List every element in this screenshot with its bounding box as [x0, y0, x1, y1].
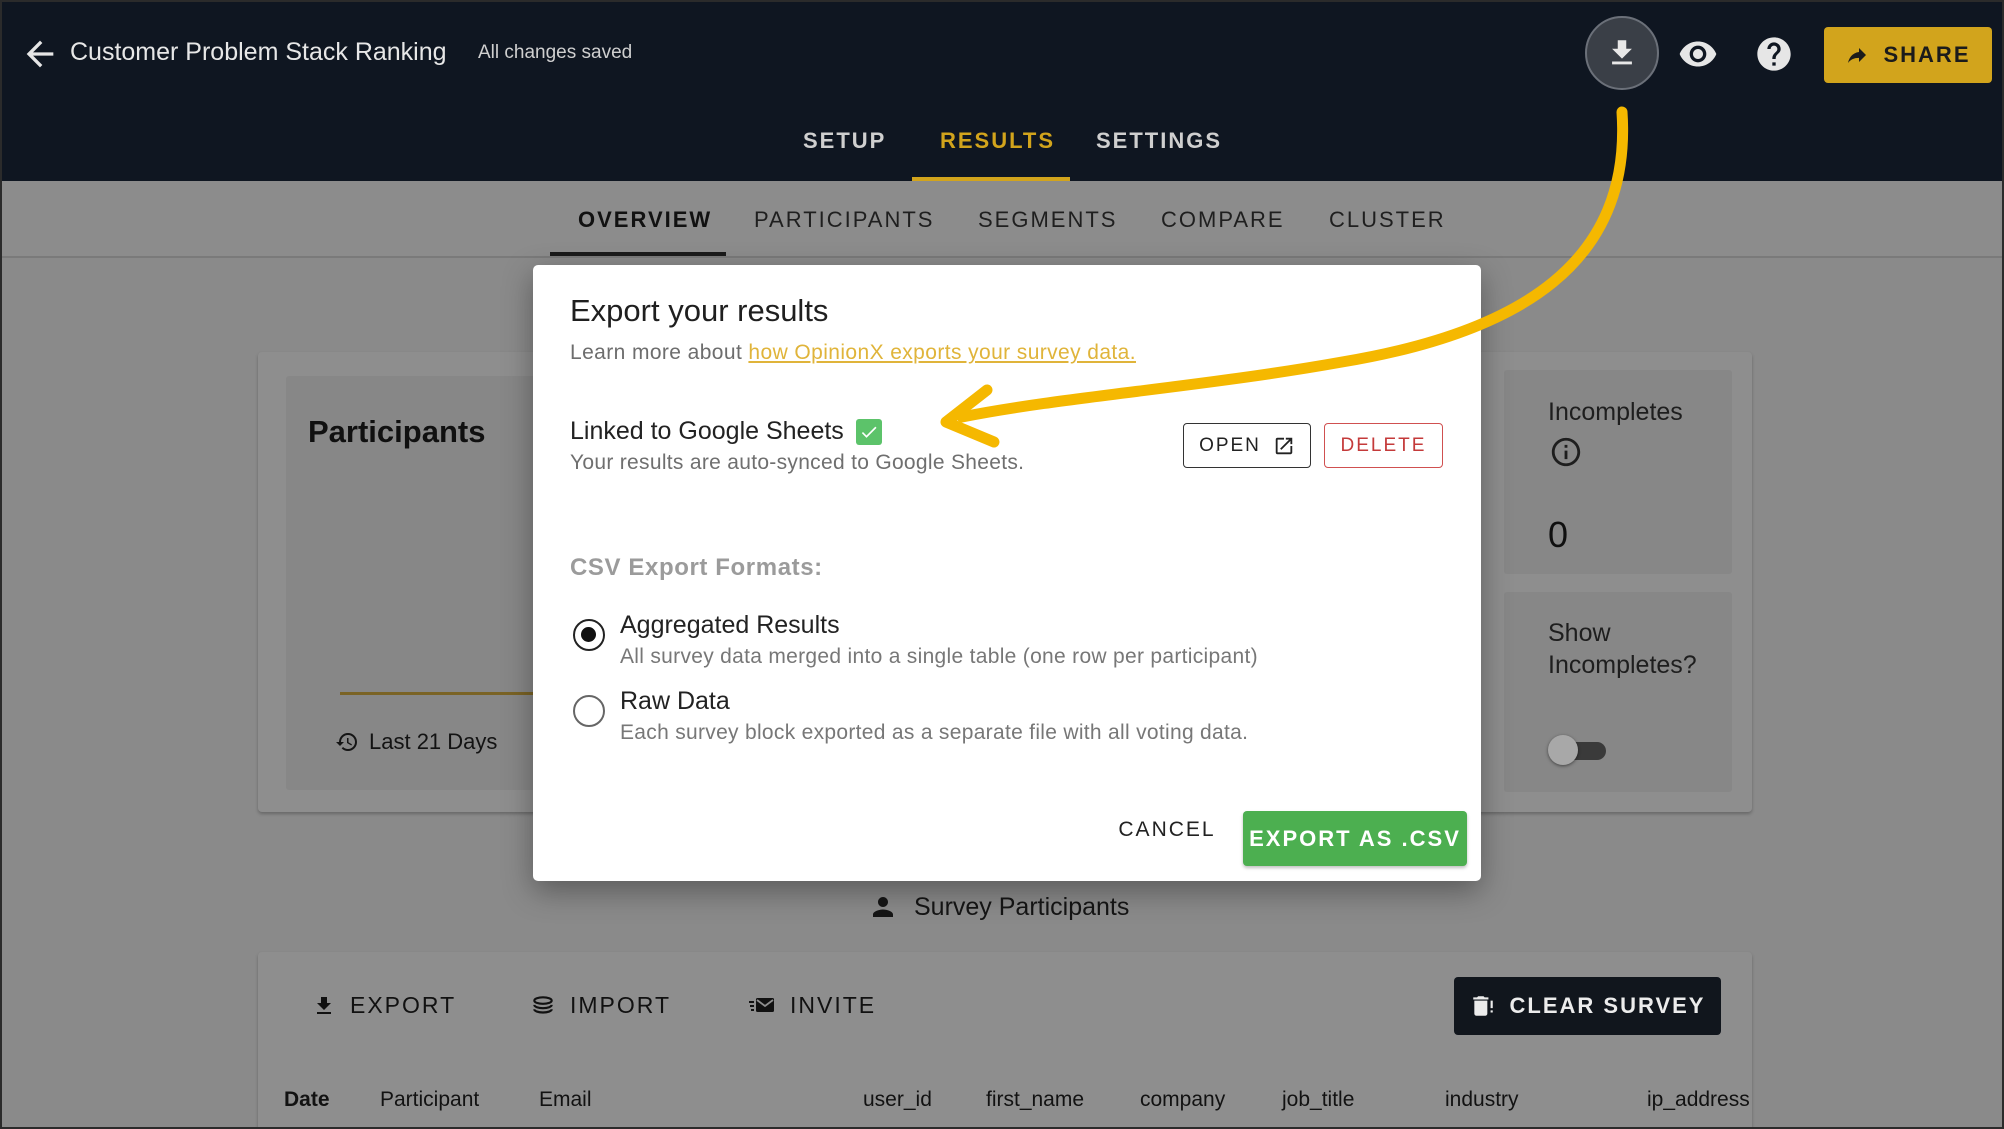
subtab-overview[interactable]: OVERVIEW: [578, 207, 712, 233]
person-icon: [873, 897, 893, 917]
show-incompletes-toggle[interactable]: [1548, 735, 1610, 765]
raw-data-title[interactable]: Raw Data: [620, 687, 730, 716]
toggle-thumb: [1548, 735, 1578, 765]
preview-eye-icon[interactable]: [1678, 34, 1718, 74]
google-sheets-status: Linked to Google Sheets: [570, 417, 882, 446]
raw-data-radio[interactable]: [573, 695, 605, 727]
column-header-company[interactable]: company: [1140, 1088, 1225, 1112]
save-status: All changes saved: [478, 42, 633, 63]
subtab-segments[interactable]: SEGMENTS: [978, 207, 1117, 233]
clear-survey-label: CLEAR SURVEY: [1509, 993, 1706, 1018]
aggregated-results-desc: All survey data merged into a single tab…: [620, 645, 1258, 668]
sub-tabs: OVERVIEW PARTICIPANTS SEGMENTS COMPARE C…: [2, 181, 2002, 258]
column-header-date[interactable]: Date: [284, 1088, 330, 1112]
clear-survey-button[interactable]: CLEAR SURVEY: [1454, 977, 1721, 1035]
share-label: SHARE: [1883, 42, 1971, 67]
help-icon[interactable]: [1754, 34, 1794, 74]
dialog-title: Export your results: [570, 293, 829, 328]
participants-title: Participants: [308, 414, 486, 449]
download-button[interactable]: [1585, 16, 1659, 90]
send-mail-icon: [749, 997, 774, 1012]
checkmark-icon: [855, 418, 882, 445]
survey-participants-heading: Survey Participants: [868, 892, 1129, 922]
app-window: Customer Problem Stack Ranking All chang…: [0, 0, 2004, 1129]
open-label: OPEN: [1199, 434, 1261, 456]
active-subtab-indicator: [550, 252, 726, 256]
export-docs-link[interactable]: how OpinionX exports your survey data.: [748, 341, 1136, 364]
main-tabs: SETUP RESULTS SETTINGS: [2, 114, 2002, 181]
column-header-email[interactable]: Email: [539, 1088, 592, 1112]
dialog-subtitle-prefix: Learn more about: [570, 341, 749, 364]
survey-participants-title: Survey Participants: [914, 892, 1130, 921]
participants-chart-line: [340, 692, 535, 695]
csv-formats-label: CSV Export Formats:: [570, 554, 823, 581]
info-icon[interactable]: [1549, 435, 1583, 469]
column-header-user-id[interactable]: user_id: [863, 1088, 932, 1112]
aggregated-results-title[interactable]: Aggregated Results: [620, 611, 840, 640]
top-app-bar: Customer Problem Stack Ranking All chang…: [2, 2, 2002, 181]
import-button[interactable]: IMPORT: [530, 992, 671, 1019]
delete-link-button[interactable]: DELETE: [1324, 423, 1443, 468]
download-icon: [317, 996, 331, 1014]
invite-button[interactable]: INVITE: [748, 992, 876, 1019]
survey-title[interactable]: Customer Problem Stack Ranking: [70, 38, 447, 67]
subtab-participants[interactable]: PARTICIPANTS: [754, 207, 934, 233]
cancel-button[interactable]: CANCEL: [1107, 810, 1227, 850]
subtab-cluster[interactable]: CLUSTER: [1329, 207, 1446, 233]
import-coins-icon: [533, 995, 553, 1014]
tab-results[interactable]: RESULTS: [940, 128, 1055, 154]
incompletes-label: Incompletes: [1548, 398, 1683, 426]
export-dialog: Export your results Learn more about how…: [533, 265, 1481, 881]
subtab-compare[interactable]: COMPARE: [1161, 207, 1285, 233]
invite-label: INVITE: [790, 992, 877, 1018]
trash-alert-icon: [1472, 996, 1493, 1016]
back-arrow-icon[interactable]: [20, 34, 60, 74]
aggregated-results-radio[interactable]: [573, 619, 605, 651]
export-button[interactable]: EXPORT: [312, 992, 456, 1019]
export-label: EXPORT: [350, 992, 457, 1018]
share-arrow-icon: [1848, 48, 1867, 63]
column-header-job-title[interactable]: job_title: [1282, 1088, 1354, 1112]
share-button[interactable]: SHARE: [1824, 27, 1992, 83]
column-header-industry[interactable]: industry: [1445, 1088, 1519, 1112]
open-sheet-button[interactable]: OPEN: [1183, 423, 1311, 468]
import-label: IMPORT: [570, 992, 672, 1018]
download-icon: [1612, 40, 1632, 65]
tab-settings[interactable]: SETTINGS: [1096, 128, 1222, 154]
incompletes-value: 0: [1548, 514, 1569, 555]
column-header-participant[interactable]: Participant: [380, 1088, 479, 1112]
show-incompletes-label: Show Incompletes?: [1548, 619, 1697, 679]
raw-data-desc: Each survey block exported as a separate…: [620, 721, 1249, 744]
google-sheets-title: Linked to Google Sheets: [570, 417, 844, 445]
date-range-label: Last 21 Days: [369, 729, 498, 754]
export-csv-button[interactable]: EXPORT AS .CSV: [1243, 811, 1467, 866]
column-header-ip-address[interactable]: ip_address: [1647, 1088, 1750, 1112]
column-header-first-name[interactable]: first_name: [986, 1088, 1084, 1112]
google-sheets-description: Your results are auto-synced to Google S…: [570, 451, 1025, 474]
date-range-selector[interactable]: Last 21 Days: [335, 729, 497, 755]
history-icon: [336, 733, 357, 751]
tab-setup[interactable]: SETUP: [803, 128, 886, 154]
external-link-icon: [1275, 437, 1293, 454]
dialog-subtitle: Learn more about how OpinionX exports yo…: [570, 341, 1136, 365]
